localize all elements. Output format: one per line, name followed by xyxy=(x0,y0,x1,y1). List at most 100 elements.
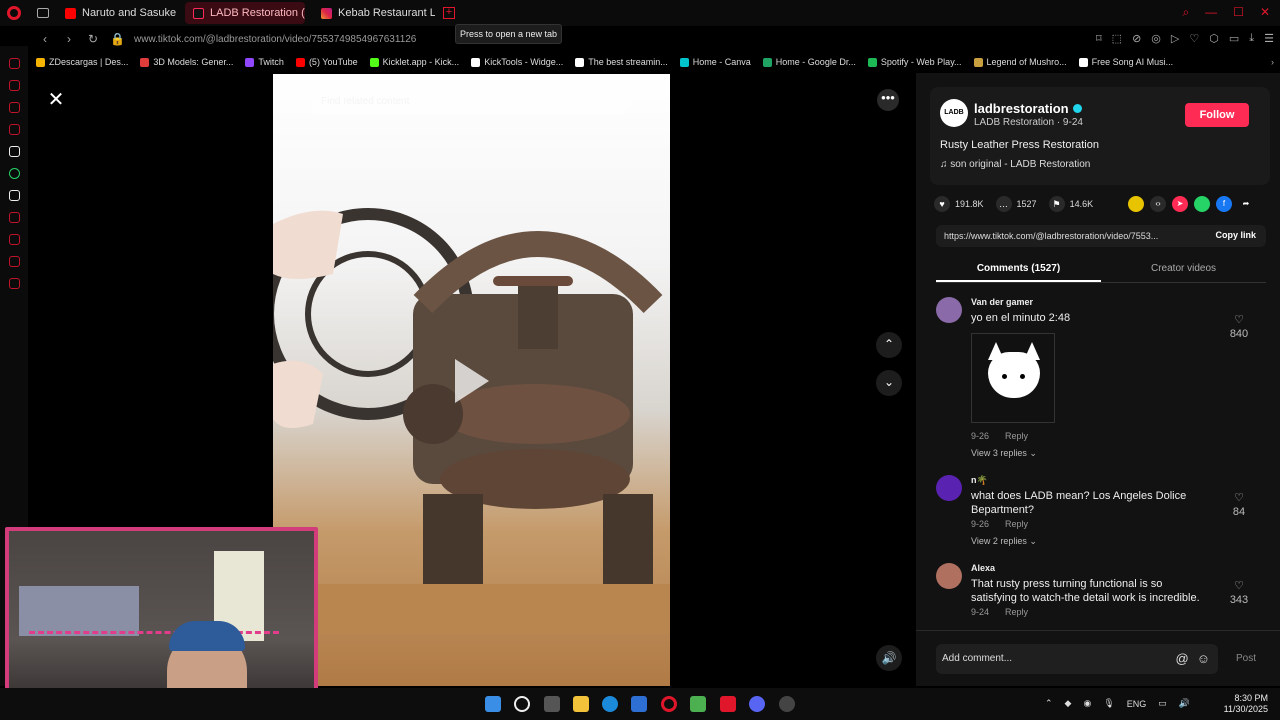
whatsapp-icon[interactable] xyxy=(8,167,20,179)
send-icon[interactable]: ➤ xyxy=(1172,196,1188,212)
emoji-icon[interactable]: ☺ xyxy=(1197,651,1210,666)
maximize-icon[interactable]: ☐ xyxy=(1233,5,1244,20)
settings-icon[interactable] xyxy=(8,277,20,289)
network-icon[interactable]: ◉ xyxy=(1083,698,1091,709)
share-arrow-icon[interactable]: ➦ xyxy=(1238,196,1254,212)
bookmarks-more-icon[interactable]: › xyxy=(1271,57,1274,67)
opera-taskbar-icon[interactable] xyxy=(661,696,677,712)
play-icon[interactable]: ▷ xyxy=(1171,32,1179,45)
comment-stat[interactable]: … 1527 xyxy=(995,196,1037,212)
avatar[interactable] xyxy=(936,297,962,323)
security-icon[interactable]: ◆ xyxy=(1065,698,1072,709)
music-link[interactable]: ♫ son original - LADB Restoration xyxy=(940,159,1090,170)
url-field[interactable]: www.tiktok.com/@ladbrestoration/video/75… xyxy=(134,34,416,45)
minimize-icon[interactable]: — xyxy=(1205,5,1217,20)
new-tab-button[interactable]: + xyxy=(443,7,455,19)
comment-user[interactable]: Alexa xyxy=(971,563,995,573)
pinboard-icon[interactable] xyxy=(8,255,20,267)
tab-creator-videos[interactable]: Creator videos xyxy=(1101,261,1266,282)
wallet-icon[interactable]: ▭ xyxy=(1229,32,1239,45)
add-comment-input[interactable]: Add comment... @ ☺ xyxy=(936,644,1218,674)
related-search-input[interactable]: Find related content xyxy=(311,92,631,114)
video-player[interactable]: Find related content xyxy=(273,74,670,686)
app-icon[interactable] xyxy=(720,696,736,712)
copy-link-button[interactable]: Copy link xyxy=(1215,230,1256,240)
embed-icon[interactable]: ‹› xyxy=(1150,196,1166,212)
reply-link[interactable]: Reply xyxy=(1005,607,1028,617)
music-player-icon[interactable] xyxy=(8,211,20,223)
bookmark-item[interactable]: The best streamin... xyxy=(575,57,668,67)
whatsapp-share-icon[interactable] xyxy=(1194,196,1210,212)
aria-icon[interactable] xyxy=(8,57,20,69)
author-avatar[interactable]: LADB xyxy=(940,99,968,127)
tiktok-sidebar-icon[interactable] xyxy=(8,145,20,157)
bookmark-item[interactable]: Home - Canva xyxy=(679,57,751,67)
heart-icon[interactable]: ♡ xyxy=(1189,32,1199,45)
mention-icon[interactable]: @ xyxy=(1176,651,1189,666)
bookmark-item[interactable]: Legend of Mushro... xyxy=(973,57,1067,67)
discord-icon[interactable] xyxy=(749,696,765,712)
file-explorer-icon[interactable] xyxy=(573,696,589,712)
forward-icon[interactable]: › xyxy=(62,32,76,46)
bookmark-item[interactable]: KickTools - Widge... xyxy=(471,57,563,67)
facebook-icon[interactable]: f xyxy=(1216,196,1232,212)
tab-tiktok[interactable]: LADB Restoration (@ladb xyxy=(185,2,305,24)
bookmark-icon[interactable]: ⌑ xyxy=(1096,32,1102,45)
bookmark-item[interactable]: Home - Google Dr... xyxy=(762,57,856,67)
avatar[interactable] xyxy=(936,475,962,501)
post-button[interactable]: Post xyxy=(1236,653,1256,664)
comment-user[interactable]: Van der gamer xyxy=(971,297,1033,307)
follow-button[interactable]: Follow xyxy=(1185,103,1249,127)
app-icon[interactable] xyxy=(779,696,795,712)
store-icon[interactable] xyxy=(631,696,647,712)
display-icon[interactable]: ▭ xyxy=(1158,698,1167,709)
search-tabs-icon[interactable]: ⌕ xyxy=(1182,5,1189,20)
history-icon[interactable] xyxy=(8,233,20,245)
workspaces-icon[interactable] xyxy=(8,79,20,91)
easy-setup-icon[interactable]: ☰ xyxy=(1264,32,1274,45)
bookmark-item[interactable]: Twitch xyxy=(245,57,284,67)
friends-share-icon[interactable] xyxy=(1128,196,1144,212)
download-icon[interactable]: ⤓ xyxy=(1249,32,1254,45)
app-icon[interactable] xyxy=(690,696,706,712)
chevron-up-icon[interactable]: ⌃ xyxy=(1045,698,1053,709)
messenger-icon[interactable] xyxy=(8,101,20,113)
tab-island-icon[interactable] xyxy=(37,8,49,18)
microphone-icon[interactable]: 🎙 xyxy=(1103,698,1114,709)
close-video-button[interactable]: ✕ xyxy=(44,89,68,113)
vpn-icon[interactable]: ◎ xyxy=(1151,32,1161,45)
opera-menu-icon[interactable] xyxy=(7,6,21,20)
like-stat[interactable]: ♥ 191.8K xyxy=(934,196,984,212)
adblock-icon[interactable]: ⊘ xyxy=(1132,32,1141,45)
save-stat[interactable]: ⚑ 14.6K xyxy=(1048,196,1093,212)
view-replies-link[interactable]: View 2 replies ⌄ xyxy=(971,536,1037,547)
play-icon[interactable] xyxy=(455,359,489,403)
task-view-icon[interactable] xyxy=(544,696,560,712)
edge-icon[interactable] xyxy=(602,696,618,712)
avatar[interactable] xyxy=(936,563,962,589)
bookmark-item[interactable]: Kicklet.app - Kick... xyxy=(369,57,459,67)
x-icon[interactable] xyxy=(8,189,20,201)
comment-like-button[interactable]: ♡ 84 xyxy=(1226,491,1252,518)
clock[interactable]: 8:30 PM 11/30/2025 xyxy=(1224,693,1268,715)
snapshot-icon[interactable]: ⬚ xyxy=(1112,32,1122,45)
volume-icon[interactable]: 🔊 xyxy=(1179,698,1190,709)
instagram-sidebar-icon[interactable] xyxy=(8,123,20,135)
start-icon[interactable] xyxy=(485,696,501,712)
bookmark-item[interactable]: 3D Models: Gener... xyxy=(140,57,233,67)
close-window-icon[interactable]: ✕ xyxy=(1260,5,1270,20)
reload-icon[interactable]: ↻ xyxy=(86,32,100,46)
tab-instagram[interactable]: Kebab Restaurant Llagost xyxy=(313,2,435,24)
comment-like-button[interactable]: ♡ 840 xyxy=(1226,313,1252,340)
reply-link[interactable]: Reply xyxy=(1005,519,1028,529)
author-handle[interactable]: ladbrestoration xyxy=(974,101,1082,116)
reply-link[interactable]: Reply xyxy=(1005,431,1028,441)
bookmark-item[interactable]: Free Song AI Musi... xyxy=(1078,57,1173,67)
tab-comments[interactable]: Comments (1527) xyxy=(936,261,1101,282)
comment-user[interactable]: n🌴 xyxy=(971,475,988,486)
extensions-icon[interactable]: ⬡ xyxy=(1209,32,1219,45)
language-indicator[interactable]: ENG xyxy=(1127,699,1147,709)
previous-video-button[interactable]: ⌃ xyxy=(876,332,902,358)
view-replies-link[interactable]: View 3 replies ⌄ xyxy=(971,448,1037,459)
bookmark-item[interactable]: ZDescargas | Des... xyxy=(36,57,128,67)
